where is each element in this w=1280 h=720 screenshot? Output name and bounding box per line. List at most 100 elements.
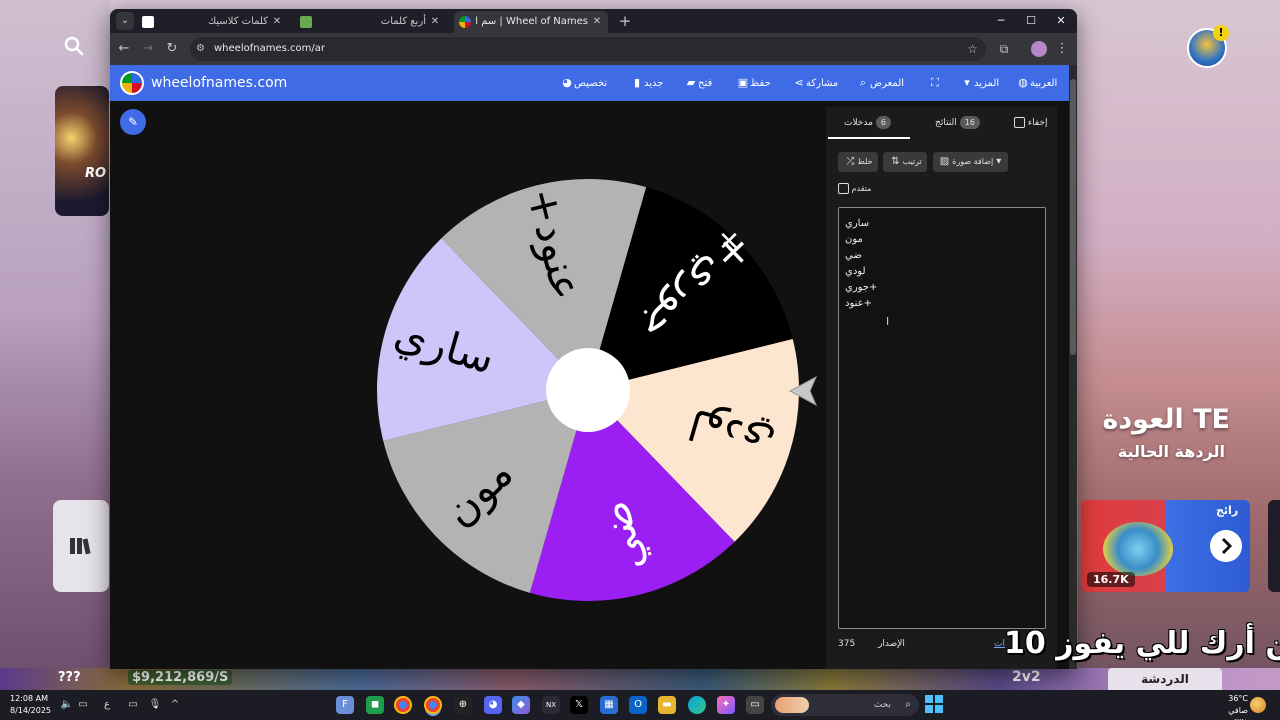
outlook-icon[interactable]: O bbox=[629, 696, 647, 714]
advanced-checkbox[interactable] bbox=[838, 183, 849, 194]
palette-icon: ◕ bbox=[562, 76, 572, 89]
browser-window: ⌄ كلمات كلاسيك ✕ أربع كلمات ✕ Wheel of N… bbox=[110, 9, 1077, 669]
tab-four-words[interactable]: أربع كلمات ✕ bbox=[296, 11, 446, 33]
file-explorer-icon[interactable]: ▬ bbox=[658, 696, 676, 714]
tab-wheel-of-names[interactable]: Wheel of Names | سم العشوائي ✕ bbox=[454, 11, 608, 33]
scrollbar-thumb[interactable] bbox=[1070, 79, 1076, 355]
browser-toolbar: ← → ↻ ⚙ wheelofnames.com/ar ☆ ⧉ ⋮ bbox=[110, 33, 1077, 65]
share-icon: ⋖ bbox=[794, 76, 804, 89]
tab-entries[interactable]: مدخلات 6 bbox=[828, 107, 910, 139]
windows-start-icon[interactable] bbox=[925, 695, 943, 713]
x-app-icon[interactable]: 𝕏 bbox=[570, 696, 588, 714]
microphone-icon[interactable]: 🎙 bbox=[148, 698, 162, 712]
edge-icon[interactable] bbox=[688, 696, 706, 714]
chevron-up-icon[interactable]: ^ bbox=[168, 698, 182, 712]
network-icon[interactable]: ▭ bbox=[76, 698, 90, 712]
maximize-icon[interactable]: ☐ bbox=[1015, 9, 1047, 33]
sort-button[interactable]: ⇅ ترتيب bbox=[883, 152, 927, 172]
nav-more[interactable]: ▾ المزيد bbox=[956, 65, 999, 102]
taskbar: 12:08 AM 8/14/2025 🔈 ▭ ع ▭ 🎙 ^ F ◼ ⊕ ◕ ◆… bbox=[0, 690, 1280, 720]
search-icon: ⌕ bbox=[905, 699, 911, 710]
chevron-down-icon: ▾ bbox=[996, 156, 1002, 167]
extensions-icon[interactable]: ⧉ bbox=[994, 39, 1014, 59]
close-icon[interactable]: ✕ bbox=[590, 11, 604, 33]
wheel-center-button[interactable] bbox=[546, 348, 630, 432]
copilot-icon[interactable]: ✦ bbox=[717, 696, 735, 714]
app-epic-icon[interactable]: ⊕ bbox=[454, 696, 472, 714]
profile-icon[interactable] bbox=[1031, 41, 1047, 57]
close-icon[interactable]: ✕ bbox=[270, 11, 284, 33]
back-icon[interactable]: ← bbox=[114, 39, 134, 59]
launcher-game-tile[interactable]: RO bbox=[55, 86, 109, 216]
site-logo-text[interactable]: wheelofnames.com bbox=[151, 65, 287, 101]
new-tab-icon[interactable]: + bbox=[615, 11, 635, 31]
hide-checkbox[interactable] bbox=[1014, 117, 1025, 128]
nav-new[interactable]: ▮ جديد bbox=[626, 65, 664, 102]
entries-textarea[interactable]: ساري مون ضي لودي +جوري +عنود I bbox=[838, 207, 1046, 629]
minimize-icon[interactable]: ─ bbox=[985, 9, 1017, 33]
wheel[interactable]: +جوري لودي ضي مون ساري +عنود ✕ bbox=[376, 178, 800, 602]
entries-count-badge: 6 bbox=[875, 116, 892, 129]
address-bar[interactable]: ⚙ wheelofnames.com/ar ☆ bbox=[190, 37, 986, 61]
discord-icon[interactable]: ◕ bbox=[484, 696, 502, 714]
shuffle-button[interactable]: ⤮ خلط bbox=[838, 152, 878, 172]
taskbar-search[interactable]: بحث ⌕ bbox=[771, 694, 919, 716]
text-cursor-icon: I bbox=[886, 315, 890, 328]
version-info: 375 الإصدار bbox=[838, 639, 905, 649]
bottom-carousel[interactable]: ??? $9,212,869/S 2v2 bbox=[0, 668, 1280, 690]
advanced-toggle[interactable]: متقدم bbox=[838, 183, 871, 194]
reload-icon[interactable]: ↻ bbox=[162, 39, 182, 59]
launcher-search-icon[interactable] bbox=[64, 36, 84, 56]
chevron-down-icon: ▾ bbox=[964, 76, 970, 89]
window-close-icon[interactable]: ✕ bbox=[1045, 9, 1077, 33]
site-logo-icon[interactable] bbox=[120, 71, 144, 95]
hide-toggle[interactable]: إخفاء bbox=[1014, 107, 1054, 139]
tab-search-icon[interactable]: ⌄ bbox=[116, 12, 134, 30]
stream-overlay-text: من أرك للي يفوز 10 bbox=[1004, 626, 1280, 661]
task-view-icon[interactable]: ▭ bbox=[746, 696, 764, 714]
chat-button[interactable]: الدردشة bbox=[1108, 668, 1222, 690]
chevron-right-icon[interactable] bbox=[1210, 530, 1242, 562]
next-promo-edge bbox=[1268, 500, 1280, 592]
weather-sun-icon bbox=[1250, 697, 1266, 713]
nav-share[interactable]: ⋖ مشاركة bbox=[788, 65, 838, 102]
promo-subtitle: الردهة الحالية bbox=[1117, 442, 1225, 461]
slice-close-icon: ✕ bbox=[718, 227, 740, 257]
wheel-canvas[interactable]: +جوريلوديضيمونساري+عنود ✕ bbox=[376, 178, 800, 602]
microsoft365-icon[interactable]: ◆ bbox=[512, 696, 530, 714]
browser-menu-icon[interactable]: ⋮ bbox=[1054, 39, 1070, 59]
page-scrollbar[interactable] bbox=[1069, 65, 1077, 669]
game-tile-label: RO bbox=[85, 166, 107, 181]
app-roblox-icon[interactable]: ◼ bbox=[366, 696, 384, 714]
weather-widget[interactable]: 36°C صافي غالبًا bbox=[1212, 693, 1248, 720]
launcher-library-tile[interactable] bbox=[53, 500, 109, 592]
close-icon[interactable]: ✕ bbox=[428, 11, 442, 33]
nav-language[interactable]: ◍ العربية bbox=[1012, 65, 1057, 102]
nav-gallery[interactable]: ⌕ المعرض bbox=[852, 65, 904, 102]
tab-results[interactable]: النتائج 16 bbox=[924, 107, 994, 139]
chrome-icon[interactable] bbox=[394, 696, 412, 714]
store-icon[interactable]: ▦ bbox=[600, 696, 618, 714]
volume-icon[interactable]: 🔈 bbox=[60, 698, 74, 712]
nav-customize[interactable]: ◕ تخصيص bbox=[556, 65, 607, 102]
bookmark-star-icon[interactable]: ☆ bbox=[967, 37, 978, 61]
save-icon: ▣ bbox=[737, 76, 749, 89]
app-nx-icon[interactable]: NX bbox=[542, 696, 560, 714]
add-image-button[interactable]: ▨ إضافة صورة ▾ bbox=[933, 152, 1008, 172]
search-placeholder: بحث bbox=[873, 700, 891, 710]
doc-favicon-icon bbox=[142, 16, 154, 28]
edit-pencil-icon[interactable]: ✎ bbox=[120, 109, 146, 135]
app-f-icon[interactable]: F bbox=[336, 696, 354, 714]
input-language[interactable]: ع bbox=[100, 698, 114, 712]
fullscreen-icon[interactable]: ⛶ bbox=[924, 65, 942, 102]
chrome-active-icon[interactable] bbox=[424, 696, 442, 714]
clock[interactable]: 12:08 AM 8/14/2025 bbox=[10, 693, 51, 717]
forward-icon[interactable]: → bbox=[138, 39, 158, 59]
tab-classic-words[interactable]: كلمات كلاسيك ✕ bbox=[138, 11, 288, 33]
nav-open[interactable]: ▰ فتح bbox=[680, 65, 713, 102]
display-icon[interactable]: ▭ bbox=[126, 698, 140, 712]
new-document-icon: ▮ bbox=[633, 76, 641, 89]
nav-save[interactable]: ▣ حفظ bbox=[732, 65, 771, 102]
site-info-icon[interactable]: ⚙ bbox=[196, 43, 208, 55]
tab-strip: ⌄ كلمات كلاسيك ✕ أربع كلمات ✕ Wheel of N… bbox=[110, 9, 1077, 33]
